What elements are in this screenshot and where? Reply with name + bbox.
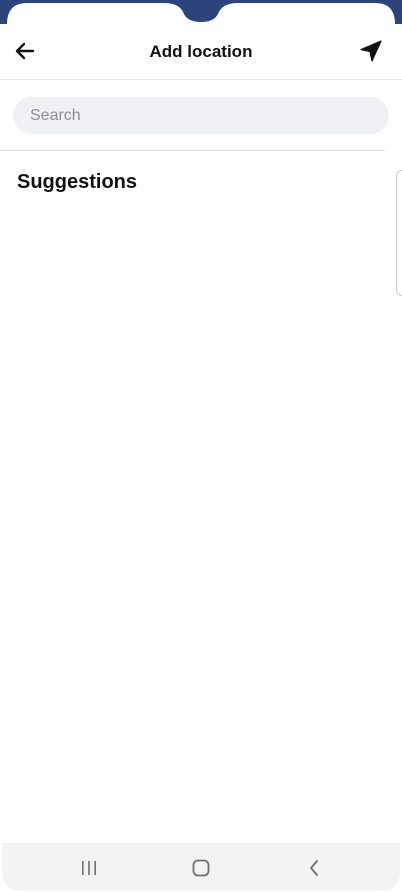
app-header: Add location — [0, 24, 402, 80]
current-location-button[interactable] — [354, 34, 388, 68]
signal-icon — [356, 8, 367, 19]
back-icon — [310, 860, 318, 876]
home-button[interactable] — [186, 855, 216, 881]
status-bar: 10:00 — [0, 0, 402, 24]
search-input[interactable] — [13, 97, 389, 134]
recent-apps-icon — [82, 861, 96, 875]
phone-screen: 10:00 Add location Suggestions — [0, 0, 402, 893]
suggestions-heading: Suggestions — [17, 171, 138, 193]
battery-icon — [372, 6, 381, 19]
navigation-arrow-icon — [360, 40, 382, 62]
divider — [0, 150, 385, 151]
page-title: Add location — [149, 42, 253, 61]
system-back-button[interactable] — [299, 855, 329, 881]
system-nav-bar — [2, 843, 400, 891]
status-time: 10:00 — [22, 4, 61, 21]
recent-apps-button[interactable] — [74, 855, 104, 881]
home-icon — [192, 859, 210, 877]
scroll-indicator[interactable] — [396, 170, 402, 296]
